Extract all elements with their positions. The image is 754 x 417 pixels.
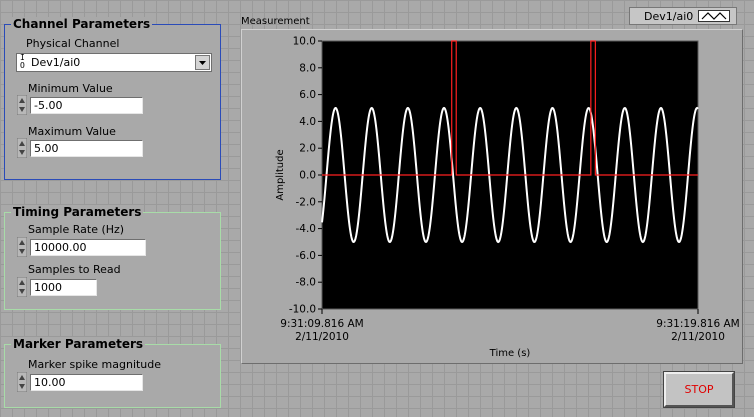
x-tick-time-label: 9:31:19.816 AM bbox=[656, 318, 739, 330]
y-tick-label: 4.0 bbox=[299, 116, 316, 128]
y-tick-label: 2.0 bbox=[299, 143, 316, 155]
y-tick-label: -8.0 bbox=[296, 277, 317, 289]
x-tick-date-label: 2/11/2010 bbox=[671, 331, 725, 343]
stop-button[interactable]: STOP bbox=[663, 371, 735, 408]
y-tick-label: 10.0 bbox=[293, 36, 316, 48]
measurement-chart: 10.0 8.0 6.0 4.0 2.0 0.0 -2.0 -4.0 -6.0 -8.0 -10.0… bbox=[275, 36, 740, 360]
y-tick-label: 6.0 bbox=[299, 89, 316, 101]
y-axis-label: Amplitude bbox=[275, 149, 286, 200]
x-tick-date-label: 2/11/2010 bbox=[295, 331, 349, 343]
y-tick-label: -4.0 bbox=[296, 223, 317, 235]
x-tick-time-label: 9:31:09.816 AM bbox=[280, 318, 363, 330]
y-tick-label: -6.0 bbox=[296, 250, 317, 262]
y-tick-label: 0.0 bbox=[299, 170, 316, 182]
y-tick-label: -10.0 bbox=[289, 304, 316, 316]
y-tick-label: -2.0 bbox=[296, 196, 317, 208]
y-tick-label: 8.0 bbox=[299, 62, 316, 74]
x-axis-label: Time (s) bbox=[489, 348, 531, 359]
